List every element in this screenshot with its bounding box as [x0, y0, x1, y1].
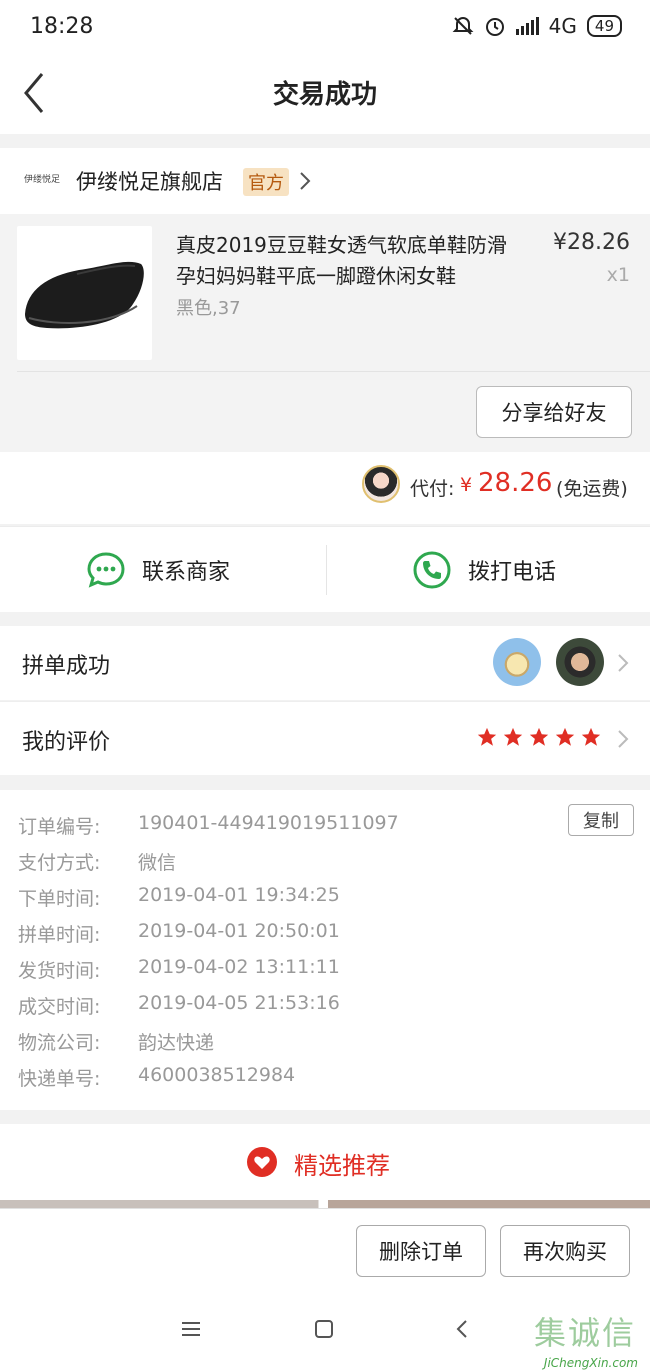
star-icon	[581, 727, 601, 746]
review-row[interactable]: 我的评价	[0, 701, 650, 775]
info-key: 订单编号:	[18, 816, 101, 838]
courier-company: 韵达快递	[138, 1032, 215, 1054]
order-number: 190401-449419019511097	[138, 812, 399, 834]
contact-row: 联系商家 拨打电话	[0, 526, 650, 612]
payment-row: 代付: ¥ 28.26 (免运费)	[0, 452, 650, 524]
avatar[interactable]	[556, 638, 604, 686]
product-spec: 黑色,37	[176, 298, 241, 319]
recommend-image-strip[interactable]	[0, 1200, 650, 1208]
info-row: 订单编号: 190401-449419019511097	[18, 812, 399, 839]
info-key: 下单时间:	[18, 888, 101, 910]
info-key: 支付方式:	[18, 852, 101, 874]
contact-merchant-label: 联系商家	[142, 560, 231, 585]
info-key: 快递单号:	[18, 1068, 101, 1090]
menu-icon[interactable]	[180, 1318, 202, 1340]
group-buy-label: 拼单成功	[22, 654, 111, 679]
watermark: 集诚信 JiChengXin.com	[526, 1310, 646, 1370]
chevron-right-icon[interactable]	[616, 652, 630, 674]
complete-time: 2019-04-05 21:53:16	[138, 992, 340, 1014]
system-nav-bar: 集诚信 JiChengXin.com	[0, 1294, 650, 1372]
signal-icon	[515, 17, 539, 35]
info-row: 快递单号: 4600038512984	[18, 1064, 295, 1091]
copy-button[interactable]: 复制	[568, 804, 634, 836]
status-icons: 4G 49	[452, 14, 622, 38]
product-price: ¥28.26	[553, 230, 630, 255]
payment-method: 微信	[138, 852, 177, 874]
info-row: 发货时间: 2019-04-02 13:11:11	[18, 956, 340, 983]
group-buy-row[interactable]: 拼单成功	[0, 626, 650, 700]
watermark-url: JiChengXin.com	[543, 1356, 638, 1370]
star-icon	[555, 727, 575, 746]
star-icon	[503, 727, 523, 746]
review-label: 我的评价	[22, 730, 111, 755]
watermark-text: 集诚信	[533, 1314, 636, 1352]
product-title[interactable]: 真皮2019豆豆鞋女透气软底单鞋防滑孕妇妈妈鞋平底一脚蹬休闲女鞋	[176, 230, 526, 292]
back-nav-icon[interactable]	[452, 1318, 474, 1340]
rating-stars	[476, 726, 602, 748]
info-row: 支付方式: 微信	[18, 848, 176, 875]
network-label: 4G	[548, 14, 577, 38]
recommend-section: 精选推荐	[0, 1124, 650, 1200]
info-key: 成交时间:	[18, 996, 101, 1018]
home-icon[interactable]	[313, 1318, 335, 1340]
payment-label: 代付:	[410, 478, 455, 500]
info-row: 下单时间: 2019-04-01 19:34:25	[18, 884, 340, 911]
battery-icon: 49	[586, 15, 622, 37]
star-icon	[477, 727, 497, 746]
product-quantity: x1	[606, 264, 630, 286]
alarm-icon	[485, 18, 504, 36]
status-time: 18:28	[30, 14, 94, 39]
shipping-note: (免运费)	[556, 478, 628, 500]
payment-amount: 28.26	[478, 468, 553, 498]
info-row: 物流公司: 韵达快递	[18, 1028, 214, 1055]
action-bar: 删除订单 再次购买	[0, 1208, 650, 1294]
divider	[326, 545, 327, 595]
chat-icon	[87, 552, 125, 588]
info-key: 发货时间:	[18, 960, 101, 982]
tracking-number: 4600038512984	[138, 1064, 296, 1086]
store-logo: 伊缕悦足	[24, 175, 61, 185]
recommend-title: 精选推荐	[294, 1152, 390, 1180]
info-key: 拼单时间:	[18, 924, 101, 946]
group-time: 2019-04-01 20:50:01	[138, 920, 340, 942]
payment-currency: ¥	[460, 474, 473, 496]
shoe-icon	[25, 261, 144, 329]
store-row[interactable]: 伊缕悦足 伊缕悦足旗舰店 官方	[0, 148, 650, 214]
rebuy-button[interactable]: 再次购买	[500, 1225, 630, 1277]
avatar[interactable]	[493, 638, 541, 686]
info-key: 物流公司:	[18, 1032, 101, 1054]
payer-avatar	[362, 465, 400, 503]
ship-time: 2019-04-02 13:11:11	[138, 956, 340, 978]
chevron-right-icon[interactable]	[616, 728, 630, 750]
phone-icon	[413, 551, 451, 589]
nav-bar: 交易成功	[0, 54, 650, 134]
mute-icon	[452, 16, 474, 35]
page-title: 交易成功	[272, 80, 377, 110]
heart-icon	[247, 1147, 277, 1177]
order-time: 2019-04-01 19:34:25	[138, 884, 340, 906]
divider	[17, 371, 650, 372]
star-icon	[529, 727, 549, 746]
order-info: 复制 订单编号: 190401-449419019511097 支付方式: 微信 下…	[0, 790, 650, 1110]
store-name[interactable]: 伊缕悦足旗舰店	[76, 166, 223, 196]
chevron-right-icon[interactable]	[298, 170, 312, 192]
info-row: 成交时间: 2019-04-05 21:53:16	[18, 992, 340, 1019]
product-image[interactable]	[17, 226, 152, 360]
delete-order-button[interactable]: 删除订单	[356, 1225, 486, 1277]
call-button[interactable]: 拨打电话	[412, 527, 556, 613]
contact-merchant-button[interactable]: 联系商家	[86, 527, 230, 613]
official-badge: 官方	[243, 168, 289, 196]
call-label: 拨打电话	[468, 560, 557, 585]
share-button[interactable]: 分享给好友	[476, 386, 632, 438]
product-card[interactable]: 真皮2019豆豆鞋女透气软底单鞋防滑孕妇妈妈鞋平底一脚蹬休闲女鞋 黑色,37 ¥…	[0, 214, 650, 452]
info-row: 拼单时间: 2019-04-01 20:50:01	[18, 920, 340, 947]
status-bar: 18:28 4G 49	[0, 0, 650, 54]
